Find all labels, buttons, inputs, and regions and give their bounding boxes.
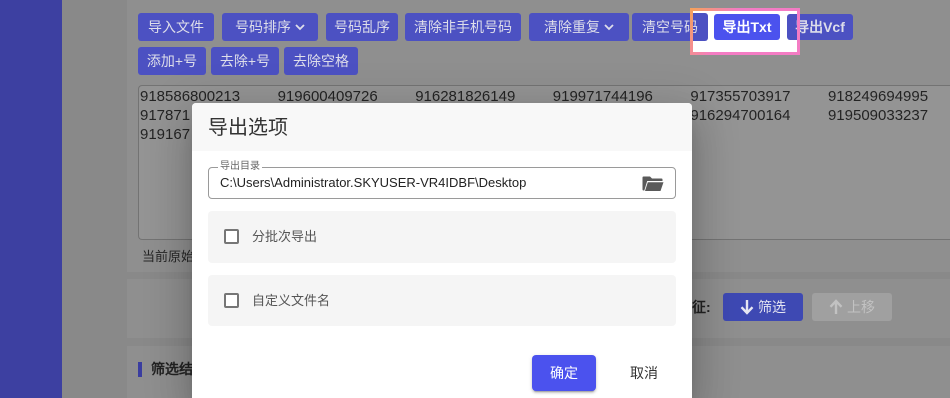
- export-directory-field[interactable]: 导出目录 C:\Users\Administrator.SKYUSER-VR4I…: [208, 161, 676, 199]
- button-label: 号码乱序: [334, 19, 390, 35]
- import-file-button[interactable]: 导入文件: [138, 13, 214, 41]
- button-label: 清除重复: [544, 19, 600, 35]
- export-txt-button[interactable]: 导出Txt: [714, 14, 780, 40]
- export-directory-label: 导出目录: [218, 161, 262, 173]
- button-label: 号码排序: [235, 19, 291, 35]
- sidebar: [0, 0, 62, 398]
- button-label: 清除非手机号码: [414, 19, 512, 35]
- option-custom-filename[interactable]: 自定义文件名: [208, 275, 676, 326]
- button-label: 去除空格: [293, 53, 349, 69]
- button-label: 取消: [630, 365, 658, 381]
- number-cell: 919167: [140, 126, 191, 143]
- arrow-down-icon: [740, 300, 754, 315]
- dialog-title: 导出选项: [208, 117, 288, 139]
- shuffle-numbers-button[interactable]: 号码乱序: [326, 13, 398, 41]
- confirm-button[interactable]: 确定: [532, 355, 596, 391]
- status-text: 当前原始: [142, 249, 195, 264]
- export-options-dialog: 导出选项 导出目录 C:\Users\Administrator.SKYUSER…: [192, 103, 692, 398]
- number-cell: 916294700164: [690, 107, 791, 124]
- button-label: 筛选: [758, 299, 786, 315]
- dialog-header: 导出选项: [192, 103, 692, 151]
- batch-export-checkbox[interactable]: [224, 229, 239, 244]
- results-section-title: 筛选结: [151, 361, 193, 377]
- custom-filename-label: 自定义文件名: [252, 292, 331, 308]
- option-batch-export[interactable]: 分批次导出: [208, 211, 676, 263]
- button-label: 上移: [847, 299, 875, 315]
- number-cell: 917355703917: [690, 88, 791, 105]
- button-label: 添加+号: [146, 53, 198, 69]
- cancel-button[interactable]: 取消: [614, 355, 674, 391]
- chevron-down-icon: [604, 23, 614, 30]
- sort-numbers-button[interactable]: 号码排序: [222, 13, 318, 41]
- number-cell: 918249694995: [827, 88, 929, 105]
- move-up-button[interactable]: 上移: [812, 293, 892, 321]
- add-plus-button[interactable]: 添加+号: [138, 47, 206, 75]
- button-label: 确定: [550, 365, 578, 381]
- remove-non-mobile-button[interactable]: 清除非手机号码: [405, 13, 521, 41]
- filter-button[interactable]: 筛选: [723, 293, 803, 321]
- remove-duplicates-button[interactable]: 清除重复: [529, 13, 629, 41]
- filter-criteria-label: 征:: [692, 299, 711, 315]
- remove-plus-button[interactable]: 去除+号: [211, 47, 279, 75]
- remove-spaces-button[interactable]: 去除空格: [284, 47, 358, 75]
- app-window: 导入文件 号码排序 号码乱序 清除非手机号码 清除重复 清空号码 导出Txt 导…: [0, 0, 950, 398]
- button-label: 导出Vcf: [795, 19, 845, 35]
- batch-export-label: 分批次导出: [252, 229, 318, 244]
- button-label: 导入文件: [148, 19, 204, 35]
- chevron-down-icon: [295, 23, 305, 30]
- folder-icon[interactable]: [642, 175, 664, 192]
- button-label: 去除+号: [219, 53, 271, 69]
- export-vcf-button[interactable]: 导出Vcf: [787, 14, 853, 40]
- export-directory-value[interactable]: C:\Users\Administrator.SKYUSER-VR4IDBF\D…: [220, 175, 526, 191]
- number-cell: 919509033237: [827, 107, 929, 124]
- clear-numbers-button[interactable]: 清空号码: [632, 13, 708, 41]
- button-label: 清空号码: [642, 19, 698, 35]
- button-label: 导出Txt: [722, 19, 772, 35]
- section-marker: [138, 362, 142, 377]
- custom-filename-checkbox[interactable]: [224, 292, 239, 308]
- arrow-up-icon: [829, 299, 843, 314]
